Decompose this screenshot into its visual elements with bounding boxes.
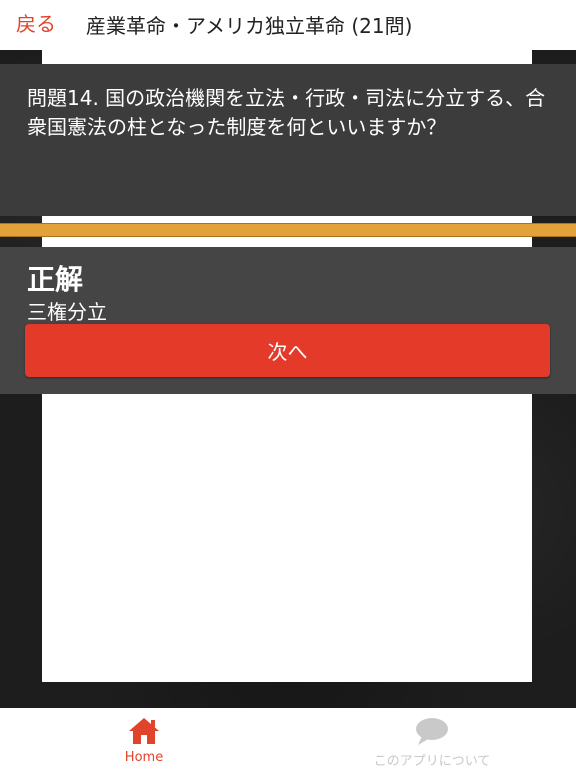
next-button[interactable]: 次へ <box>25 324 550 377</box>
question-box: 問題14. 国の政治機関を立法・行政・司法に分立する、合衆国憲法の柱となった制度… <box>0 64 576 216</box>
nav-about-label: このアプリについて <box>373 754 491 769</box>
speech-bubble-icon <box>416 718 448 745</box>
page-title: 産業革命・アメリカ独立革命 (21問) <box>86 14 413 38</box>
question-text: 問題14. 国の政治機関を立法・行政・司法に分立する、合衆国憲法の柱となった制度… <box>27 86 546 139</box>
back-button[interactable]: 戻る <box>16 8 56 37</box>
nav-about[interactable]: このアプリについて <box>352 716 512 769</box>
verdict-label: 正解 <box>27 263 84 296</box>
progress-bar <box>0 223 576 237</box>
nav-home[interactable]: Home <box>104 716 184 766</box>
quiz-stage: 問題14. 国の政治機関を立法・行政・司法に分立する、合衆国憲法の柱となった制度… <box>0 50 576 708</box>
nav-home-label: Home <box>124 750 164 765</box>
app-header: 戻る 産業革命・アメリカ独立革命 (21問) <box>0 0 576 50</box>
correct-answer: 三権分立 <box>27 300 107 324</box>
home-icon <box>129 718 159 744</box>
